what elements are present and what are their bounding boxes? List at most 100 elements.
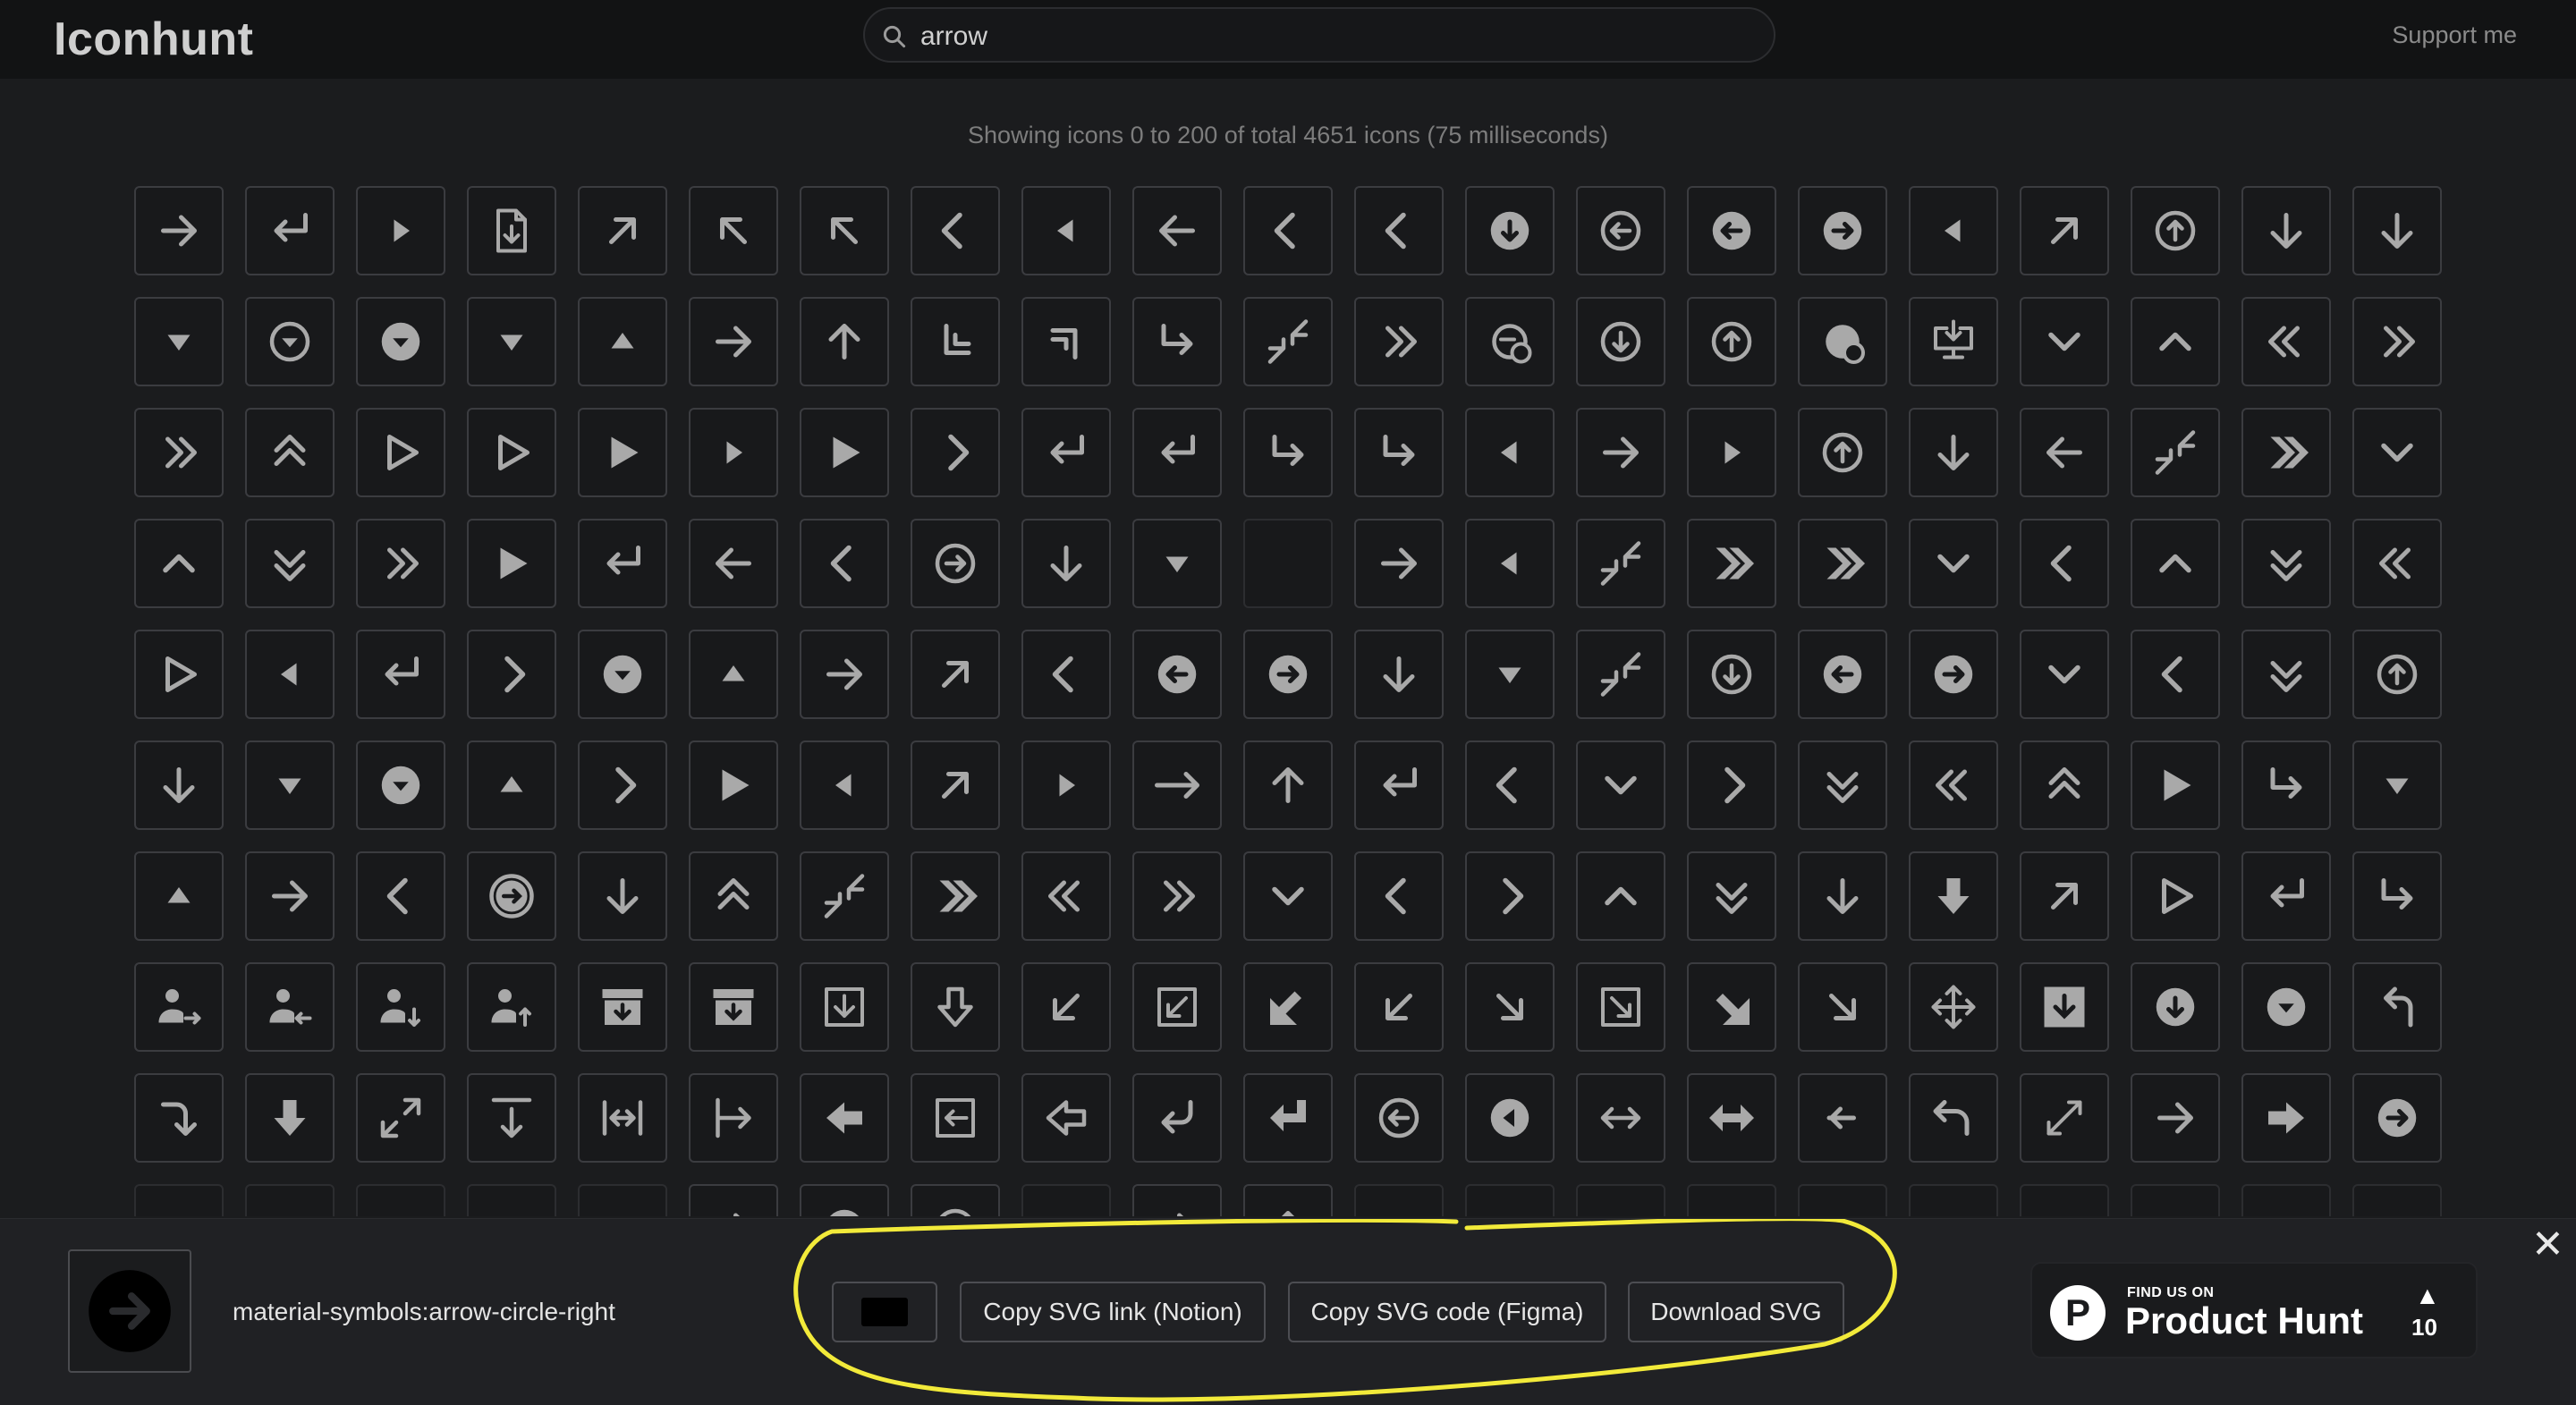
- icon-cell[interactable]: [134, 519, 224, 608]
- icon-cell[interactable]: [467, 962, 556, 1052]
- icon-cell[interactable]: [1132, 186, 1222, 275]
- icon-cell[interactable]: [2241, 851, 2331, 941]
- icon-cell[interactable]: [1354, 851, 1444, 941]
- icon-cell[interactable]: [1576, 962, 1665, 1052]
- icon-cell[interactable]: [1354, 297, 1444, 386]
- icon-cell[interactable]: [2020, 297, 2109, 386]
- icon-cell[interactable]: [1243, 186, 1333, 275]
- icon-cell[interactable]: [1354, 408, 1444, 497]
- icon-cell[interactable]: [911, 1184, 1000, 1216]
- icon-cell[interactable]: [245, 186, 335, 275]
- icon-cell[interactable]: [1798, 962, 1887, 1052]
- icon-cell[interactable]: [134, 186, 224, 275]
- icon-cell[interactable]: [2020, 851, 2109, 941]
- icon-cell[interactable]: [1465, 1073, 1555, 1163]
- icon-cell[interactable]: [356, 851, 445, 941]
- icon-cell[interactable]: [1798, 186, 1887, 275]
- icon-cell[interactable]: [911, 741, 1000, 830]
- color-picker-button[interactable]: [832, 1282, 937, 1342]
- icon-cell[interactable]: [1576, 1073, 1665, 1163]
- icon-cell[interactable]: [1132, 1073, 1222, 1163]
- icon-cell[interactable]: [356, 408, 445, 497]
- icon-cell[interactable]: [467, 297, 556, 386]
- icon-cell[interactable]: [1798, 297, 1887, 386]
- icon-cell[interactable]: [1465, 851, 1555, 941]
- icon-cell[interactable]: [911, 630, 1000, 719]
- icon-cell[interactable]: [578, 1073, 667, 1163]
- icon-cell[interactable]: [2352, 741, 2442, 830]
- icon-cell[interactable]: [2352, 851, 2442, 941]
- icon-cell[interactable]: [1243, 519, 1333, 608]
- icon-cell[interactable]: [356, 630, 445, 719]
- search-bar[interactable]: [863, 7, 1775, 63]
- icon-cell[interactable]: [911, 519, 1000, 608]
- icon-cell[interactable]: [1687, 851, 1776, 941]
- icon-cell[interactable]: [911, 1073, 1000, 1163]
- icon-cell[interactable]: [2352, 962, 2442, 1052]
- app-logo[interactable]: Iconhunt: [54, 13, 254, 66]
- icon-cell[interactable]: [1798, 1073, 1887, 1163]
- icon-cell[interactable]: [356, 741, 445, 830]
- icon-cell[interactable]: [245, 851, 335, 941]
- icon-cell[interactable]: [1798, 408, 1887, 497]
- icon-cell[interactable]: [1687, 741, 1776, 830]
- icon-cell[interactable]: [2131, 297, 2220, 386]
- icon-cell[interactable]: [1687, 519, 1776, 608]
- icon-cell[interactable]: [578, 297, 667, 386]
- icon-cell[interactable]: [2352, 408, 2442, 497]
- icon-cell[interactable]: [1465, 186, 1555, 275]
- icon-cell[interactable]: [1021, 962, 1111, 1052]
- icon-cell[interactable]: [1687, 186, 1776, 275]
- icon-cell[interactable]: [1243, 741, 1333, 830]
- icon-cell[interactable]: [1354, 741, 1444, 830]
- icon-cell[interactable]: [356, 186, 445, 275]
- icon-cell[interactable]: [134, 1073, 224, 1163]
- icon-cell[interactable]: [2241, 297, 2331, 386]
- icon-cell[interactable]: [1576, 186, 1665, 275]
- icon-cell[interactable]: [2131, 408, 2220, 497]
- icon-cell[interactable]: [134, 851, 224, 941]
- icon-cell[interactable]: [800, 851, 889, 941]
- icon-cell[interactable]: [1465, 519, 1555, 608]
- icon-cell[interactable]: [800, 630, 889, 719]
- icon-cell[interactable]: [1132, 1184, 1222, 1216]
- icon-cell[interactable]: [1465, 297, 1555, 386]
- icon-cell[interactable]: [2131, 1073, 2220, 1163]
- icon-cell[interactable]: [1576, 408, 1665, 497]
- close-panel-button[interactable]: ✕: [2531, 1225, 2564, 1265]
- icon-cell[interactable]: [578, 962, 667, 1052]
- icon-cell[interactable]: [245, 630, 335, 719]
- icon-cell[interactable]: [1465, 962, 1555, 1052]
- icon-cell[interactable]: [1909, 851, 1998, 941]
- icon-cell[interactable]: [1576, 1184, 1665, 1216]
- icon-cell[interactable]: [245, 519, 335, 608]
- icon-cell[interactable]: [356, 1184, 445, 1216]
- icon-cell[interactable]: [356, 1073, 445, 1163]
- icon-cell[interactable]: [1798, 630, 1887, 719]
- icon-cell[interactable]: [800, 408, 889, 497]
- icon-cell[interactable]: [1243, 408, 1333, 497]
- icon-cell[interactable]: [467, 630, 556, 719]
- icon-cell[interactable]: [2020, 408, 2109, 497]
- icon-cell[interactable]: [134, 741, 224, 830]
- icon-cell[interactable]: [578, 186, 667, 275]
- icon-cell[interactable]: [1243, 1073, 1333, 1163]
- icon-cell[interactable]: [1354, 630, 1444, 719]
- icon-cell[interactable]: [911, 962, 1000, 1052]
- icon-cell[interactable]: [800, 297, 889, 386]
- icon-cell[interactable]: [1798, 1184, 1887, 1216]
- icon-cell[interactable]: [1132, 630, 1222, 719]
- icon-cell[interactable]: [1021, 297, 1111, 386]
- icon-cell[interactable]: [1354, 1073, 1444, 1163]
- icon-cell[interactable]: [2241, 1184, 2331, 1216]
- icon-cell[interactable]: [689, 630, 778, 719]
- icon-cell[interactable]: [134, 962, 224, 1052]
- icon-cell[interactable]: [1243, 297, 1333, 386]
- icon-cell[interactable]: [245, 962, 335, 1052]
- icon-cell[interactable]: [689, 1184, 778, 1216]
- icon-cell[interactable]: [1465, 741, 1555, 830]
- icon-cell[interactable]: [2352, 519, 2442, 608]
- icon-cell[interactable]: [134, 408, 224, 497]
- icon-cell[interactable]: [689, 519, 778, 608]
- search-input[interactable]: [919, 16, 1727, 57]
